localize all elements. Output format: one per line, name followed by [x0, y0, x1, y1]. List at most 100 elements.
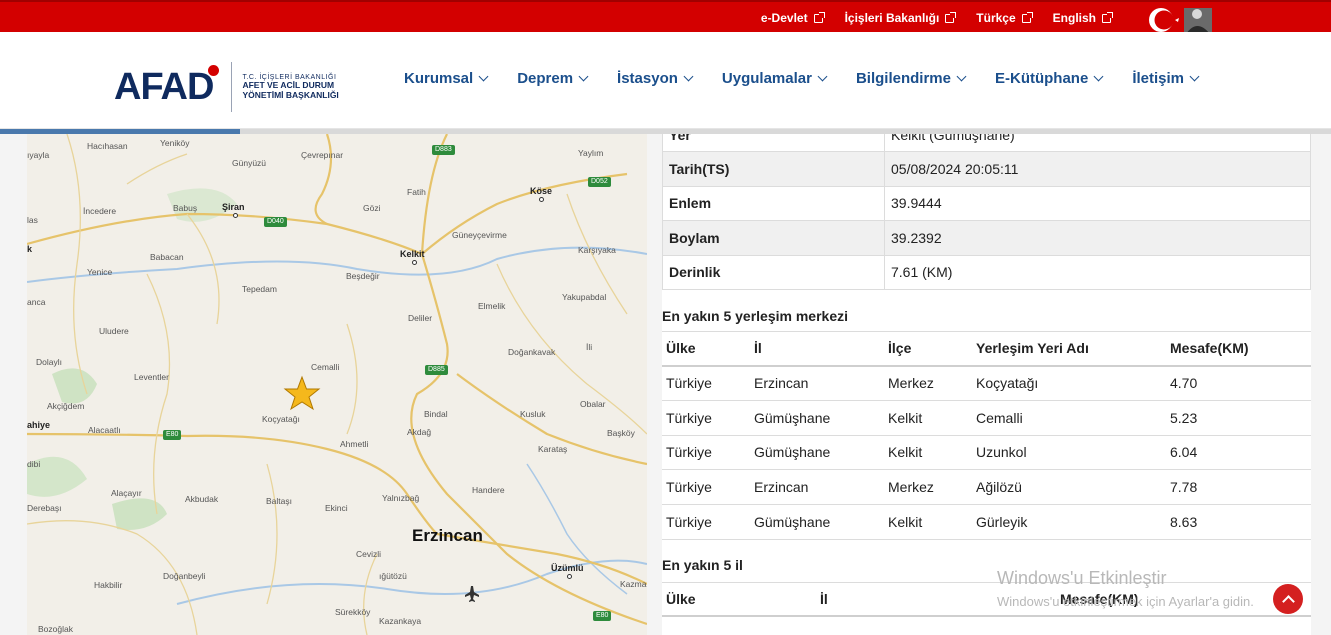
map-label: Fatih [407, 187, 426, 197]
logo-divider [231, 62, 233, 112]
nav-label: Bilgilendirme [855, 70, 951, 87]
edevlet-link[interactable]: e-Devlet [761, 11, 825, 25]
nearest-provinces-title: En yakın 5 il [662, 556, 743, 573]
map-label: ığütözü [379, 571, 407, 581]
scroll-to-top-button[interactable] [1273, 584, 1303, 614]
road-shield: D883 [432, 145, 455, 155]
column-header: Ülke [662, 331, 750, 367]
map-label: Güneyçevirme [452, 230, 507, 240]
detail-value: 39.2392 [884, 220, 1311, 256]
table-cell: 8.63 [1166, 504, 1311, 540]
map-label: Leventler [134, 372, 169, 382]
table-row: Türkiye Gümüşhane Kelkit Uzunkol 6.04 [662, 435, 1311, 471]
map-label: Cevizli [356, 549, 382, 559]
table-cell: Gürleyik [972, 504, 1166, 540]
table-cell: Kelkit [884, 435, 972, 471]
map-label: Handere [472, 485, 505, 495]
table-cell: Merkez [884, 365, 972, 401]
map-label: Akçiğdem [47, 401, 85, 411]
table-cell: Gümüşhane [750, 504, 884, 540]
map-label: ahiye [27, 420, 51, 430]
external-link-icon [1102, 11, 1113, 23]
map-label: Babuş [173, 203, 198, 213]
top-links: e-Devlet İçişleri Bakanlığı Türkçe Engli… [761, 2, 1113, 34]
external-link-icon [945, 11, 957, 23]
detail-value: Kelkit (Gümüşhane) [884, 134, 1311, 152]
map-label: Köse [530, 186, 553, 196]
icisleri-link[interactable]: İçişleri Bakanlığı [844, 11, 957, 25]
column-header: Mesafe(KM) [1166, 331, 1311, 367]
road-shield: E80 [593, 611, 612, 621]
detail-key: Enlem [662, 185, 885, 221]
nav-label: İstasyon [617, 70, 678, 87]
map-label: Tepedam [242, 284, 277, 294]
nav-deprem[interactable]: Deprem [517, 70, 589, 87]
road-shield: D885 [425, 365, 448, 375]
table-cell: Gümüşhane [750, 435, 884, 471]
map-label: İncedere [83, 206, 117, 216]
town-marker [233, 213, 238, 218]
map-label: Yalnızbağ [382, 493, 420, 503]
table-cell: Türkiye [662, 365, 750, 401]
map-label: Deliler [408, 313, 433, 323]
map-label: Akdağ [407, 427, 432, 437]
nav-label: E-Kütüphane [994, 70, 1089, 87]
nav-bilgilendirme[interactable]: Bilgilendirme [855, 70, 967, 87]
map-label: Doğanbeyli [163, 571, 206, 581]
map-label: Hacıhasan [87, 141, 128, 151]
detail-value: 7.61 (KM) [884, 254, 1311, 290]
map-label: dibi [27, 459, 41, 469]
detail-value: 05/08/2024 20:05:11 [884, 151, 1311, 187]
map-label: anca [27, 297, 46, 307]
map-label: Yenice [87, 267, 113, 277]
table-cell: 6.04 [1166, 435, 1311, 471]
detail-row-latitude: Enlem 39.9444 [662, 185, 1311, 221]
epicenter-star-icon [283, 375, 321, 411]
turkce-link[interactable]: Türkçe [976, 11, 1033, 25]
chevron-down-icon [1189, 71, 1200, 82]
nav-label: Uygulamalar [721, 70, 812, 87]
town-marker [412, 260, 417, 265]
english-link[interactable]: English [1053, 11, 1113, 25]
nav-ekutuphane[interactable]: E-Kütüphane [994, 70, 1104, 87]
detail-key: Derinlik [662, 254, 885, 290]
afad-logo[interactable]: AFAD T.C. İÇİŞLERİ BAKANLIĞI AFET VE ACİ… [114, 62, 339, 112]
logo-subtitle: T.C. İÇİŞLERİ BAKANLIĞI AFET VE ACİL DUR… [242, 74, 338, 101]
windows-activation-subtitle: Windows'u etkinleştirmek için Ayarlar'a … [997, 594, 1254, 609]
earthquake-map[interactable]: ıyayla Hacıhasan Yeniköy Günyüzü Çevrepı… [27, 134, 647, 635]
map-label: Kusluk [520, 409, 546, 419]
detail-row-depth: Derinlik 7.61 (KM) [662, 254, 1311, 290]
content-area: ıyayla Hacıhasan Yeniköy Günyüzü Çevrepı… [0, 134, 1331, 635]
external-link-icon [813, 11, 825, 23]
nav-istasyon[interactable]: İstasyon [617, 70, 694, 87]
chevron-down-icon [1093, 71, 1104, 82]
map-label: Baltaşı [266, 496, 292, 506]
airport-icon [465, 586, 479, 602]
logo-line3: YÖNETİMİ BAŞKANLIĞI [242, 89, 339, 100]
logo-wordmark: AFAD [114, 65, 220, 106]
details-table: Yer Kelkit (Gümüşhane) Tarih(TS) 05/08/2… [662, 134, 1311, 290]
nav-kurumsal[interactable]: Kurumsal [404, 70, 489, 87]
nav-uygulamalar[interactable]: Uygulamalar [721, 70, 828, 87]
map-label: ıyayla [27, 150, 50, 160]
table-cell: Ağilözü [972, 469, 1166, 506]
map-label: Ekinci [325, 503, 348, 513]
table-cell: 4.70 [1166, 365, 1311, 401]
table-cell: Cemalli [972, 400, 1166, 436]
map-label: Üzümlü [551, 563, 584, 573]
table-cell: Türkiye [662, 504, 750, 540]
road-shield: D052 [588, 177, 611, 187]
nav-iletisim[interactable]: İletişim [1132, 70, 1200, 87]
table-row: Türkiye Erzincan Merkez Ağilözü 7.78 [662, 469, 1311, 506]
nav-label: Deprem [517, 70, 574, 87]
map-label: Bindal [424, 409, 448, 419]
map-label: Beşdeğir [346, 271, 380, 281]
detail-row-date: Tarih(TS) 05/08/2024 20:05:11 [662, 151, 1311, 187]
table-row: Türkiye Erzincan Merkez Koçyatağı 4.70 [662, 365, 1311, 401]
map-label: Karataş [538, 444, 568, 454]
turkce-label: Türkçe [976, 11, 1016, 25]
town-marker [567, 574, 572, 579]
table-row: Türkiye Gümüşhane Kelkit Gürleyik 8.63 [662, 504, 1311, 540]
map-label: Babacan [150, 252, 184, 262]
icisleri-label: İçişleri Bakanlığı [844, 11, 940, 25]
